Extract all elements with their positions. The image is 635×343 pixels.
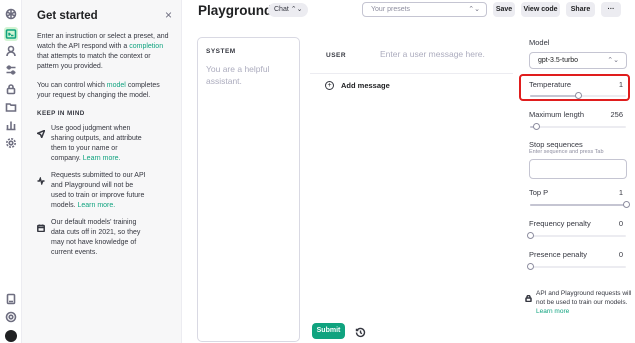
icon-rail — [0, 0, 22, 343]
temperature-slider[interactable] — [530, 92, 626, 99]
plus-circle-icon: + — [325, 81, 334, 90]
system-input[interactable]: You are a helpful assistant. — [206, 63, 291, 87]
folder-icon[interactable] — [5, 101, 17, 113]
slider-handle[interactable] — [532, 123, 540, 130]
save-button[interactable]: Save — [493, 2, 515, 17]
help-icon[interactable] — [5, 311, 17, 323]
top-bar: Playground Chat ⌃⌄ Your presets ⌃⌄ Save … — [182, 0, 635, 26]
share-button[interactable]: Share — [566, 2, 595, 17]
history-icon[interactable] — [355, 325, 366, 338]
more-options-button[interactable]: ··· — [601, 2, 621, 17]
docs-icon[interactable] — [5, 293, 17, 305]
slider-fill — [530, 204, 626, 206]
get-started-title: Get started — [37, 10, 98, 22]
stop-sequences-label: Stop sequences — [529, 140, 583, 149]
chevron-updown-icon: ⌃⌄ — [468, 6, 480, 13]
activity-icon — [37, 171, 51, 211]
presence-penalty-value[interactable]: 0 — [619, 250, 623, 259]
send-icon — [35, 124, 51, 164]
playground-icon[interactable] — [4, 27, 18, 41]
tip-item: Requests submitted to our API and Playgr… — [37, 171, 173, 211]
top-p-label: Top P — [529, 188, 549, 197]
presence-penalty-slider[interactable] — [527, 263, 626, 270]
tip-item: Use good judgment when sharing outputs, … — [35, 124, 173, 164]
chevron-updown-icon: ⌃⌄ — [607, 57, 619, 64]
completion-link[interactable]: completion — [129, 43, 163, 50]
slider-handle[interactable] — [527, 263, 534, 270]
settings-panel: Model gpt-3.5-turbo ⌃⌄ Temperature 1 Max… — [513, 26, 635, 343]
lock-icon — [525, 289, 536, 316]
model-label: Model — [529, 38, 550, 47]
model-select[interactable]: gpt-3.5-turbo ⌃⌄ — [529, 52, 627, 69]
slider-handle[interactable] — [623, 201, 630, 208]
user-message-row: USER Enter a user message here. — [310, 40, 513, 74]
presence-penalty-label: Presence penalty — [529, 250, 587, 259]
user-role-toggle[interactable]: USER — [326, 52, 346, 59]
frequency-penalty-value[interactable]: 0 — [619, 219, 623, 228]
system-message-box[interactable]: SYSTEM You are a helpful assistant. — [197, 37, 300, 342]
privacy-note: API and Playground requests will not be … — [525, 289, 633, 316]
temperature-label: Temperature — [529, 80, 572, 89]
close-icon[interactable]: × — [165, 8, 172, 22]
model-link[interactable]: model — [107, 82, 126, 89]
learn-more-link[interactable]: Learn more. — [77, 202, 115, 209]
slider-handle[interactable] — [575, 92, 582, 99]
presets-select[interactable]: Your presets ⌃⌄ — [362, 2, 487, 17]
tip-item: Our default models' training data cuts o… — [37, 218, 173, 258]
settings-gear-icon[interactable] — [5, 137, 17, 149]
calendar-icon — [37, 218, 51, 258]
learn-more-link[interactable]: Learn more. — [83, 155, 121, 162]
view-code-button[interactable]: View code — [521, 2, 560, 17]
top-p-slider[interactable] — [530, 201, 630, 208]
add-message-button[interactable]: + Add message — [325, 81, 390, 90]
max-length-value[interactable]: 256 — [610, 110, 623, 119]
lock-icon[interactable] — [5, 83, 17, 95]
frequency-penalty-label: Frequency penalty — [529, 219, 591, 228]
system-label: SYSTEM — [206, 48, 236, 55]
get-started-panel: Get started × Enter an instruction or se… — [22, 0, 182, 343]
stop-sequences-hint: Enter sequence and press Tab — [529, 149, 604, 155]
intro-text: Enter an instruction or select a preset,… — [37, 33, 169, 70]
user-avatar[interactable] — [5, 330, 17, 342]
max-length-slider[interactable] — [530, 123, 626, 130]
chevron-updown-icon: ⌃⌄ — [290, 6, 303, 13]
max-length-label: Maximum length — [529, 110, 585, 119]
tune-icon[interactable] — [5, 64, 17, 76]
usage-chart-icon[interactable] — [5, 119, 17, 131]
user-message-input[interactable]: Enter a user message here. — [380, 49, 485, 59]
temperature-value[interactable]: 1 — [619, 80, 623, 89]
page-title: Playground — [198, 3, 273, 18]
mode-select[interactable]: Chat ⌃⌄ — [268, 3, 309, 17]
assistant-icon[interactable] — [5, 45, 17, 57]
slider-fill — [530, 95, 578, 97]
keep-in-mind-heading: KEEP IN MIND — [37, 110, 85, 117]
stop-sequences-input[interactable] — [529, 159, 627, 179]
learn-more-link[interactable]: Learn more — [536, 308, 569, 315]
frequency-penalty-slider[interactable] — [527, 232, 626, 239]
top-p-value[interactable]: 1 — [619, 188, 623, 197]
slider-handle[interactable] — [527, 232, 534, 239]
submit-button[interactable]: Submit — [312, 323, 345, 339]
model-text: You can control which model completes yo… — [37, 82, 160, 99]
openai-logo-icon[interactable] — [5, 8, 17, 20]
